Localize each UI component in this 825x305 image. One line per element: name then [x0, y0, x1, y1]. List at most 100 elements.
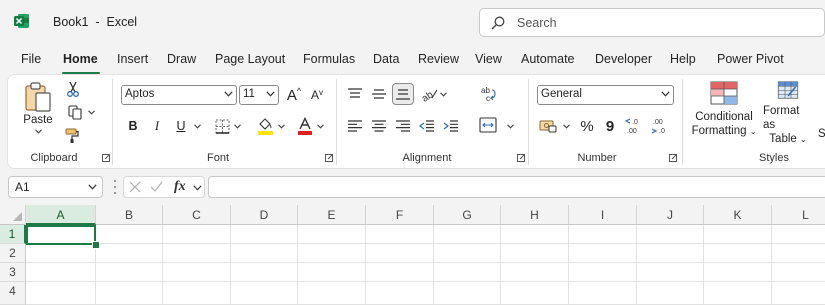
row-header-2[interactable]: 2: [0, 244, 26, 263]
cell[interactable]: [434, 282, 501, 305]
chevron-down-icon[interactable]: [193, 185, 202, 191]
cell[interactable]: [501, 244, 569, 263]
cell[interactable]: [231, 244, 298, 263]
cell[interactable]: [96, 282, 163, 305]
cell[interactable]: [298, 225, 366, 244]
cell[interactable]: [501, 263, 569, 282]
tab-view[interactable]: View: [475, 52, 502, 66]
row-header-3[interactable]: 3: [0, 263, 26, 282]
format-painter-button[interactable]: [64, 127, 82, 145]
tab-home[interactable]: Home: [63, 52, 98, 66]
search-box[interactable]: Search: [479, 8, 825, 37]
column-header-k[interactable]: K: [704, 205, 772, 225]
column-header-h[interactable]: H: [501, 205, 569, 225]
cell[interactable]: [637, 244, 704, 263]
fill-color-button[interactable]: [255, 115, 275, 137]
dialog-launcher-icon[interactable]: [102, 154, 110, 162]
formula-input[interactable]: [208, 176, 825, 198]
underline-button[interactable]: U: [172, 116, 190, 136]
cell[interactable]: [501, 225, 569, 244]
cell-styles-partial-label[interactable]: S: [818, 128, 825, 140]
select-all-corner[interactable]: [0, 205, 26, 225]
active-cell-a1[interactable]: [26, 225, 96, 245]
cell[interactable]: [366, 244, 434, 263]
bold-button[interactable]: B: [124, 116, 142, 136]
cell[interactable]: [163, 282, 231, 305]
dialog-launcher-icon[interactable]: [669, 154, 677, 162]
align-top-icon[interactable]: [347, 87, 363, 101]
wrap-text-icon[interactable]: abc: [479, 85, 497, 103]
column-header-i[interactable]: I: [569, 205, 637, 225]
insert-function-button[interactable]: fx: [174, 179, 186, 195]
cell[interactable]: [569, 225, 637, 244]
worksheet-grid[interactable]: A B C D E F G H I J K L 1 2 3 4: [0, 205, 825, 305]
comma-style-button[interactable]: 9: [602, 116, 618, 136]
cell[interactable]: [26, 263, 96, 282]
column-header-g[interactable]: G: [434, 205, 501, 225]
font-color-button[interactable]: [295, 115, 315, 137]
cell[interactable]: [501, 282, 569, 305]
cell[interactable]: [231, 282, 298, 305]
cell[interactable]: [772, 244, 825, 263]
align-left-icon[interactable]: [347, 119, 363, 133]
column-header-c[interactable]: C: [163, 205, 231, 225]
tab-developer[interactable]: Developer: [595, 52, 652, 66]
align-middle-icon[interactable]: [371, 87, 387, 101]
cell[interactable]: [163, 263, 231, 282]
merge-center-icon[interactable]: [479, 117, 497, 133]
cell[interactable]: [569, 244, 637, 263]
cell[interactable]: [298, 282, 366, 305]
cell[interactable]: [231, 225, 298, 244]
cell[interactable]: [366, 225, 434, 244]
tab-data[interactable]: Data: [373, 52, 399, 66]
cell[interactable]: [434, 263, 501, 282]
tab-page-layout[interactable]: Page Layout: [215, 52, 285, 66]
cell[interactable]: [637, 282, 704, 305]
cancel-x-icon[interactable]: [129, 181, 141, 193]
cell[interactable]: [704, 263, 772, 282]
align-bottom-button[interactable]: [392, 83, 414, 105]
column-header-a[interactable]: A: [26, 205, 96, 225]
tab-automate[interactable]: Automate: [521, 52, 575, 66]
tab-draw[interactable]: Draw: [167, 52, 196, 66]
orientation-icon[interactable]: ab: [420, 86, 438, 102]
borders-button[interactable]: [212, 116, 232, 136]
cell[interactable]: [772, 225, 825, 244]
cell[interactable]: [231, 263, 298, 282]
cell[interactable]: [298, 244, 366, 263]
paste-button[interactable]: Paste: [20, 81, 56, 143]
cell[interactable]: [163, 225, 231, 244]
cell[interactable]: [96, 244, 163, 263]
percent-style-button[interactable]: %: [578, 116, 596, 136]
column-header-f[interactable]: F: [366, 205, 434, 225]
align-center-icon[interactable]: [371, 119, 387, 133]
chevron-down-icon[interactable]: [234, 124, 241, 129]
shrink-font-button[interactable]: Av: [307, 85, 327, 105]
row-header-1[interactable]: 1: [0, 225, 26, 244]
font-name-select[interactable]: Aptos: [121, 85, 237, 105]
grow-font-button[interactable]: A ^: [284, 85, 304, 105]
chevron-down-icon[interactable]: [440, 92, 447, 97]
cell[interactable]: [366, 282, 434, 305]
chevron-down-icon[interactable]: [194, 124, 201, 129]
column-header-d[interactable]: D: [231, 205, 298, 225]
tab-help[interactable]: Help: [670, 52, 696, 66]
cell[interactable]: [26, 244, 96, 263]
cell[interactable]: [704, 225, 772, 244]
cell[interactable]: [366, 263, 434, 282]
increase-indent-icon[interactable]: [443, 119, 459, 133]
font-size-select[interactable]: 11: [239, 85, 279, 105]
italic-button[interactable]: I: [148, 116, 166, 136]
format-as-table-button[interactable]: Format as Table ⌄: [763, 81, 813, 147]
cell[interactable]: [704, 244, 772, 263]
formula-bar-grip[interactable]: [113, 178, 116, 196]
cell[interactable]: [96, 225, 163, 244]
enter-check-icon[interactable]: [150, 181, 163, 193]
cell[interactable]: [298, 263, 366, 282]
tab-file[interactable]: File: [21, 52, 41, 66]
decrease-indent-icon[interactable]: [419, 119, 435, 133]
chevron-down-icon[interactable]: [278, 124, 285, 129]
name-box[interactable]: A1: [8, 176, 103, 198]
cell[interactable]: [772, 282, 825, 305]
column-header-j[interactable]: J: [637, 205, 704, 225]
